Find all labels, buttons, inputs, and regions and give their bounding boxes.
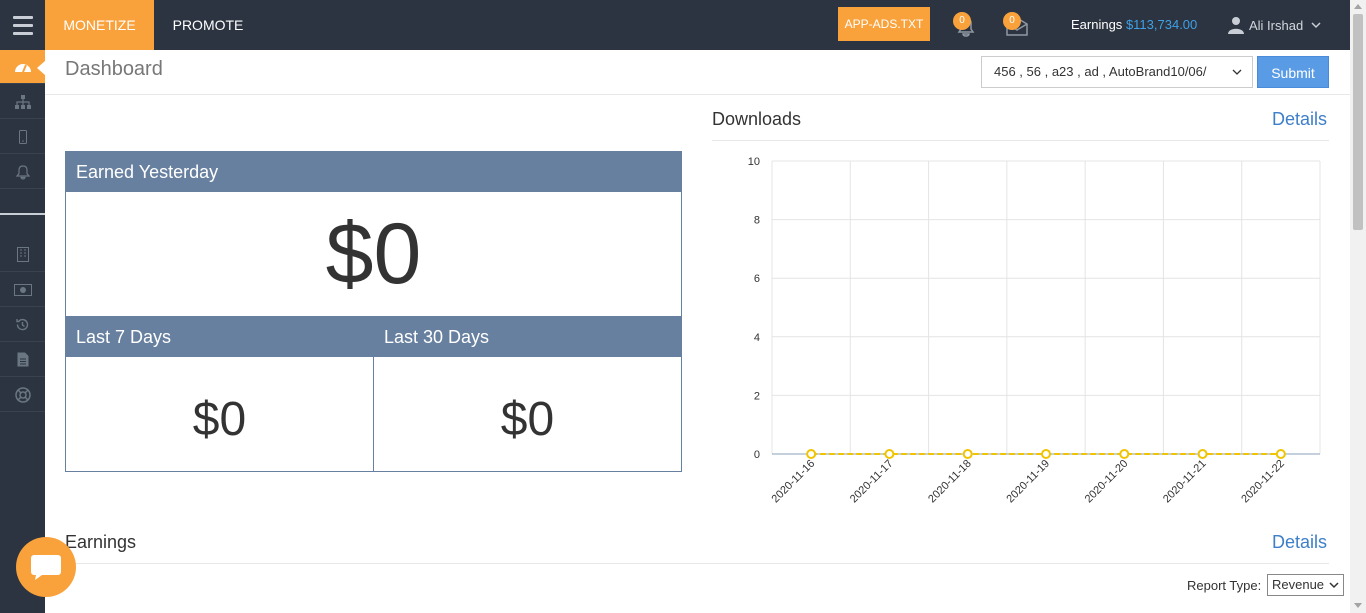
document-icon xyxy=(17,352,28,367)
dashboard-icon xyxy=(14,63,31,72)
app-select-value: 456 , 56 , a23 , ad , AutoBrand10/06/ xyxy=(994,64,1207,79)
y-tick-label: 6 xyxy=(754,273,760,285)
earnings-details-link[interactable]: Details xyxy=(1272,532,1327,553)
last-7-days-panel: Last 7 Days $0 xyxy=(65,316,374,472)
app-ads-txt-button[interactable]: APP-ADS.TXT xyxy=(838,7,930,41)
earnings-title: Earnings xyxy=(65,532,137,552)
chevron-down-icon xyxy=(1329,575,1339,601)
last-7-days-value: $0 xyxy=(192,393,247,446)
scrollbar-thumb[interactable] xyxy=(1353,14,1363,230)
data-point xyxy=(1197,449,1208,459)
last-7-days-label: Last 7 Days xyxy=(66,317,373,357)
downloads-title: Downloads xyxy=(712,109,802,129)
notifications-badge: 0 xyxy=(953,12,971,30)
y-tick-label: 10 xyxy=(748,156,760,168)
earned-yesterday-label: Earned Yesterday xyxy=(66,152,681,192)
y-tick-label: 8 xyxy=(754,215,760,227)
report-type-select[interactable]: Revenue xyxy=(1267,574,1344,596)
earnings-summary: Earnings $113,734.00 xyxy=(1071,17,1197,32)
sidebar xyxy=(0,50,45,613)
data-point xyxy=(962,449,973,459)
bell-icon xyxy=(15,164,30,180)
chevron-down-icon xyxy=(1232,57,1242,87)
report-type-label: Report Type: xyxy=(1187,578,1262,593)
sidebar-item-dashboard[interactable] xyxy=(0,50,45,84)
top-navbar: MONETIZE PROMOTE APP-ADS.TXT 0 0 Earning… xyxy=(0,0,1350,50)
x-tick-label: 2020-11-16 xyxy=(770,458,818,506)
user-icon xyxy=(1228,17,1244,34)
downloads-chart: 0 2 4 6 8 10 2020-11-16 2020-11-17 2020-11-18 202… xyxy=(748,156,1321,506)
tab-promote[interactable]: PROMOTE xyxy=(160,0,256,50)
scroll-up-arrow-icon[interactable] xyxy=(1354,4,1362,9)
app-select-dropdown[interactable]: 456 , 56 , a23 , ad , AutoBrand10/06/ xyxy=(981,56,1253,88)
messages-badge: 0 xyxy=(1003,12,1021,30)
mobile-icon xyxy=(18,129,27,144)
earnings-label: Earnings xyxy=(1071,17,1123,32)
menu-toggle-button[interactable] xyxy=(0,0,45,50)
user-menu[interactable]: Ali Irshad xyxy=(1228,14,1321,36)
data-point xyxy=(806,449,817,459)
x-tick-label: 2020-11-22 xyxy=(1239,458,1287,506)
x-tick-label: 2020-11-17 xyxy=(848,458,896,506)
last-30-days-panel: Last 30 Days $0 xyxy=(373,316,682,472)
money-icon xyxy=(13,283,32,296)
x-tick-label: 2020-11-21 xyxy=(1161,458,1209,506)
sidebar-item-history[interactable] xyxy=(0,308,45,342)
x-tick-label: 2020-11-20 xyxy=(1083,458,1131,506)
data-point xyxy=(884,449,895,459)
scroll-down-arrow-icon[interactable] xyxy=(1354,603,1362,608)
last-30-days-label: Last 30 Days xyxy=(374,317,681,357)
tab-monetize[interactable]: MONETIZE xyxy=(45,0,154,50)
downloads-details-link[interactable]: Details xyxy=(1272,109,1327,130)
last-30-days-value: $0 xyxy=(500,393,555,446)
earnings-divider xyxy=(65,563,1329,564)
notifications-button[interactable]: 0 xyxy=(953,12,979,40)
support-icon xyxy=(14,386,31,403)
messages-button[interactable]: 0 xyxy=(1003,12,1031,40)
earnings-amount: $113,734.00 xyxy=(1125,17,1198,32)
y-tick-label: 4 xyxy=(754,332,760,344)
y-tick-label: 0 xyxy=(754,449,760,461)
user-name: Ali Irshad xyxy=(1249,17,1304,33)
sidebar-item-payments[interactable] xyxy=(0,273,45,307)
sidebar-item-company[interactable] xyxy=(0,238,45,272)
sidebar-item-notifications[interactable] xyxy=(0,155,45,189)
chat-widget-button[interactable] xyxy=(16,537,76,597)
chevron-down-icon xyxy=(1311,22,1321,29)
header-divider xyxy=(45,94,1350,95)
sitemap-icon xyxy=(14,94,31,109)
sidebar-item-reports[interactable] xyxy=(0,343,45,377)
page-title: Dashboard xyxy=(65,58,163,80)
building-icon xyxy=(16,247,29,262)
submit-button[interactable]: Submit xyxy=(1257,56,1329,88)
chat-bubble-icon xyxy=(31,555,61,580)
earned-yesterday-panel: Earned Yesterday $0 xyxy=(65,151,682,317)
report-type-value: Revenue xyxy=(1272,577,1325,592)
earned-yesterday-value: $0 xyxy=(325,206,422,302)
sidebar-item-support[interactable] xyxy=(0,378,45,412)
sidebar-item-apps[interactable] xyxy=(0,120,45,154)
data-point xyxy=(1041,449,1051,459)
x-tick-label: 2020-11-19 xyxy=(1004,458,1052,506)
sidebar-item-sitemap[interactable] xyxy=(0,85,45,119)
page-scrollbar[interactable] xyxy=(1350,0,1366,613)
downloads-divider xyxy=(712,140,1329,141)
y-tick-label: 2 xyxy=(754,390,760,402)
history-icon xyxy=(16,318,29,331)
hamburger-icon xyxy=(12,15,33,19)
data-point xyxy=(1275,449,1286,459)
x-tick-label: 2020-11-18 xyxy=(926,458,974,506)
data-point xyxy=(1119,449,1130,459)
sidebar-divider xyxy=(0,213,45,215)
